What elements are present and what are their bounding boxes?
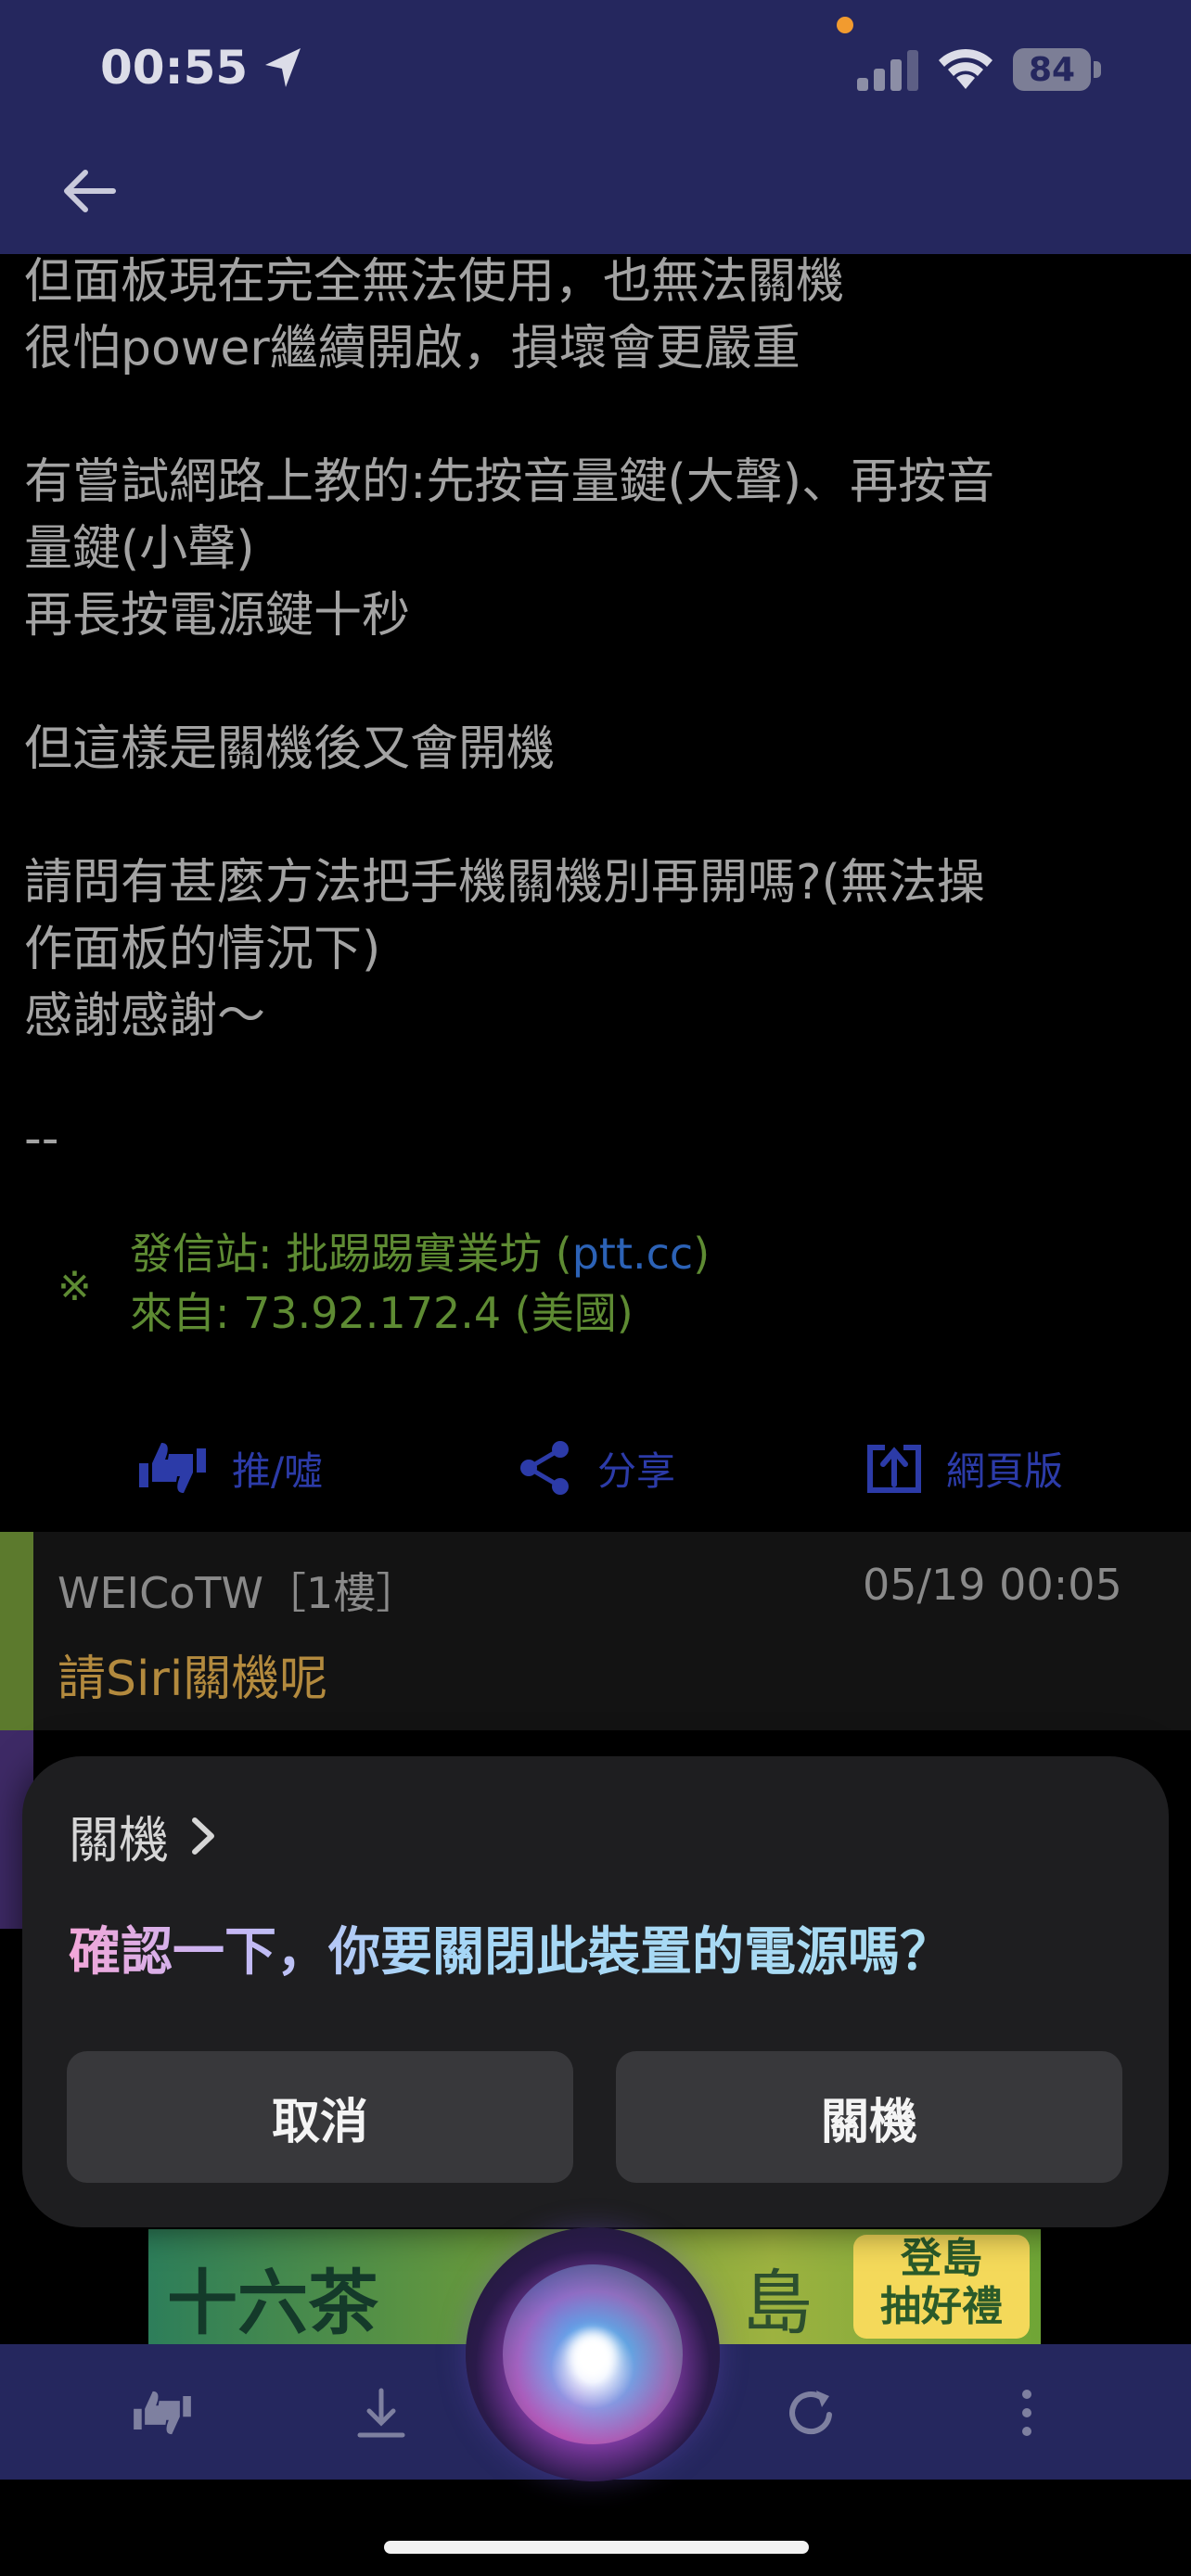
article-line: 量鍵(小聲) — [24, 521, 255, 577]
siri-title[interactable]: 關機 — [69, 1799, 217, 1872]
ptt-link[interactable]: ptt.cc — [572, 1229, 693, 1279]
signature-dash: -- — [24, 1111, 59, 1167]
article-line: 但面板現在完全無法使用，也無法關機 — [24, 254, 845, 310]
footer-station-suffix: ) — [693, 1229, 711, 1279]
battery-icon: 84 — [1013, 48, 1102, 91]
privacy-indicator-dot — [837, 17, 853, 33]
home-strip — [0, 2480, 1191, 2576]
share-label: 分享 — [597, 1447, 676, 1494]
siri-dialog: 關機 確認一下，你要關閉此裝置的電源嗎？ 取消 關機 — [22, 1756, 1169, 2227]
chevron-right-icon — [192, 1817, 214, 1855]
status-time: 00:55 — [100, 41, 249, 95]
ad-badge: 登島 抽好禮 — [853, 2235, 1030, 2339]
article-blank-line — [24, 649, 1174, 716]
ad-text: 島 — [742, 2262, 813, 2344]
power-off-button[interactable]: 關機 — [616, 2051, 1122, 2183]
battery-cap — [1094, 61, 1101, 78]
article-line: 再長按電源鍵十秒 — [24, 588, 411, 644]
comment-tag-bar — [0, 1532, 33, 1730]
comment-body: 請Siri關機呢 — [58, 1651, 328, 1707]
thumbs-up-down-icon[interactable] — [130, 2385, 195, 2441]
article-blank-line — [24, 783, 1174, 849]
cancel-button[interactable]: 取消 — [67, 2051, 573, 2183]
article-line: 有嘗試網路上教的:先按音量鍵(大聲)、再按音 — [24, 454, 995, 510]
app-bar — [0, 130, 1191, 254]
download-icon[interactable] — [349, 2385, 414, 2441]
comment-date: 05/19 00:05 — [863, 1560, 1122, 1610]
comment-item[interactable]: WEICoTW［1樓］ 05/19 00:05 請Siri關機呢 — [0, 1532, 1191, 1730]
siri-orb-core — [570, 2331, 616, 2378]
home-indicator[interactable] — [384, 2541, 809, 2554]
footer-mark: ※ — [58, 1263, 92, 1310]
open-web-icon — [867, 1445, 921, 1493]
footer-station-prefix: 發信站: 批踢踢實業坊 ( — [130, 1229, 572, 1279]
share-icon — [520, 1441, 569, 1495]
siri-question: 確認一下，你要關閉此裝置的電源嗎？ — [69, 1910, 952, 1985]
article-line: 作面板的情況下) — [24, 922, 381, 977]
article-line: 感謝感謝～ — [24, 988, 266, 1044]
ad-badge-line: 登島 — [901, 2235, 982, 2282]
refresh-icon[interactable] — [779, 2385, 844, 2441]
footer-station: 發信站: 批踢踢實業坊 (ptt.cc) — [130, 1224, 710, 1283]
more-vertical-icon[interactable] — [994, 2385, 1059, 2441]
push-boo-button[interactable]: 推/噓 — [135, 1435, 323, 1500]
cellular-signal-icon — [857, 50, 918, 91]
siri-title-label: 關機 — [69, 1811, 169, 1869]
ad-badge-line: 抽好禮 — [880, 2283, 1003, 2330]
article-line: 但這樣是關機後又會開機 — [24, 721, 556, 777]
post-footer: 發信站: 批踢踢實業坊 (ptt.cc) 來自: 73.92.172.4 (美國… — [130, 1224, 710, 1343]
article-line: 很怕power繼續開啟，損壞會更嚴重 — [24, 321, 800, 376]
battery-level: 84 — [1028, 51, 1076, 89]
comment-author: WEICoTW［1樓］ — [58, 1568, 419, 1618]
share-button[interactable]: 分享 — [516, 1435, 675, 1500]
push-boo-label: 推/噓 — [232, 1447, 324, 1494]
footer-from: 來自: 73.92.172.4 (美國) — [130, 1288, 634, 1338]
location-arrow-icon — [265, 48, 301, 87]
web-version-button[interactable]: 網頁版 — [864, 1435, 1063, 1500]
web-version-label: 網頁版 — [946, 1447, 1064, 1494]
article-body: 但面板現在完全無法使用，也無法關機 很怕power繼續開啟，損壞會更嚴重 有嘗試… — [24, 249, 1174, 1050]
wifi-icon — [939, 48, 992, 89]
siri-orb[interactable] — [466, 2227, 720, 2481]
ad-brand-text: 十六茶 — [167, 2262, 378, 2344]
article-line: 請問有甚麼方法把手機關機別再開嗎?(無法操 — [24, 855, 985, 911]
status-bar: 00:55 84 — [0, 0, 1191, 130]
article-blank-line — [24, 382, 1174, 449]
back-arrow-icon[interactable] — [58, 163, 122, 219]
thumbs-up-down-icon — [139, 1443, 206, 1493]
